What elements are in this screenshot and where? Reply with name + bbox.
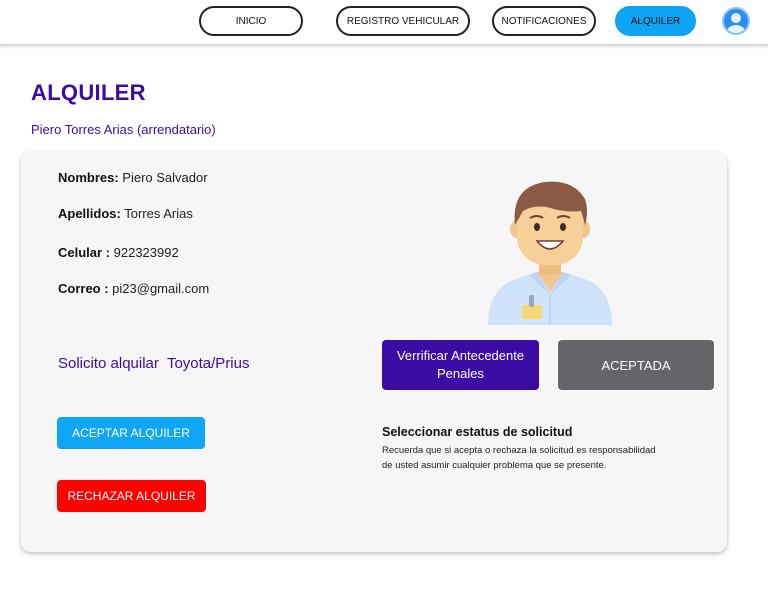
nombres-field: Nombres: Piero Salvador	[58, 170, 208, 185]
apellidos-field: Apellidos: Torres Arias	[58, 206, 193, 221]
status-selection-title: Seleccionar estatus de solicitud	[382, 425, 573, 439]
reject-rental-button[interactable]: RECHAZAR ALQUILER	[57, 480, 206, 512]
celular-label: Celular :	[58, 245, 111, 260]
top-navigation-bar: INICIO REGISTRO VEHICULAR NOTIFICACIONES…	[0, 0, 768, 46]
verify-criminal-record-button[interactable]: Verrificar Antecedente Penales	[382, 340, 539, 390]
rental-request-text: Solicito alquilar Toyota/Prius	[58, 355, 250, 372]
user-silhouette-icon	[727, 13, 745, 33]
person-illustration-icon	[485, 177, 615, 327]
correo-field: Correo : pi23@gmail.com	[58, 281, 209, 296]
nombres-value: Piero Salvador	[118, 170, 208, 185]
nombres-label: Nombres:	[58, 170, 119, 185]
page-subtitle: Piero Torres Arias (arrendatario)	[31, 122, 216, 137]
rental-request-card: Nombres: Piero Salvador Apellidos: Torre…	[21, 152, 727, 552]
nav-inicio-button[interactable]: INICIO	[199, 6, 303, 36]
celular-value: 922323992	[110, 245, 179, 260]
correo-value: pi23@gmail.com	[108, 281, 210, 296]
nav-alquiler-button[interactable]: ALQUILER	[615, 6, 696, 36]
correo-label: Correo :	[58, 281, 109, 296]
request-status-button[interactable]: ACEPTADA	[558, 340, 714, 390]
status-selection-note: Recuerda que si acepta o rechaza la soli…	[382, 445, 656, 471]
apellidos-label: Apellidos:	[58, 206, 121, 221]
user-avatar-icon[interactable]	[722, 7, 750, 35]
nav-registro-vehicular-button[interactable]: REGISTRO VEHICULAR	[336, 6, 470, 36]
apellidos-value: Torres Arias	[120, 206, 193, 221]
nav-notificaciones-button[interactable]: NOTIFICACIONES	[492, 6, 596, 36]
accept-rental-button[interactable]: ACEPTAR ALQUILER	[57, 417, 205, 449]
celular-field: Celular : 922323992	[58, 245, 179, 260]
page-title: ALQUILER	[31, 80, 146, 105]
